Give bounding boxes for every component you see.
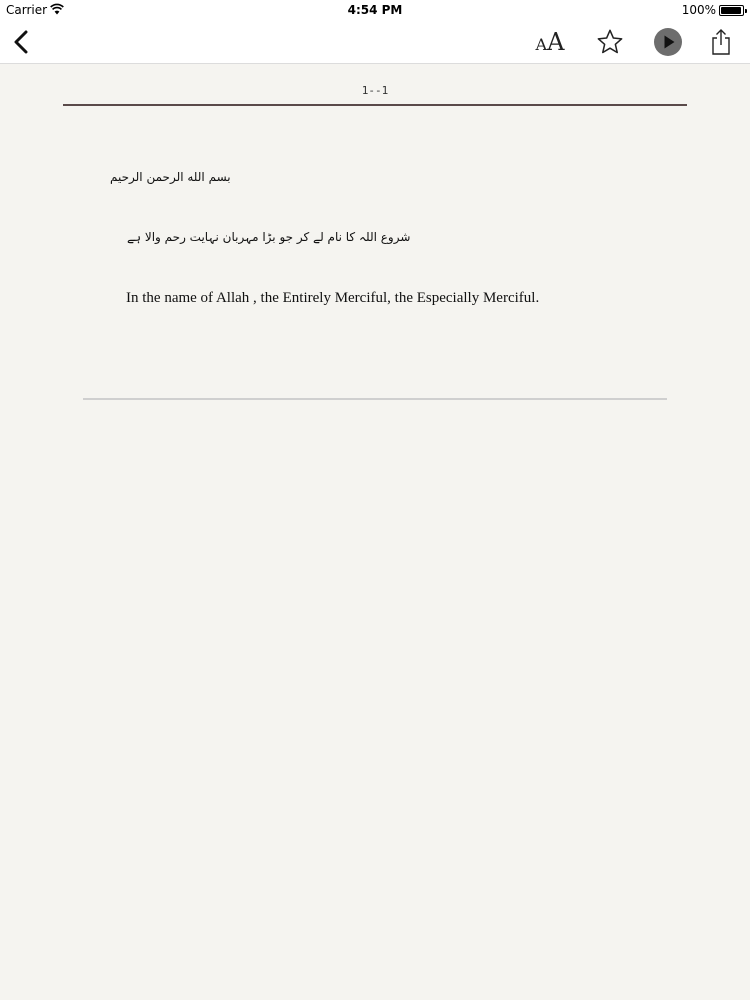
urdu-translation: شروع اللہ کا نام لے کر جو بڑا مہربان نہا… xyxy=(127,230,411,244)
share-button[interactable] xyxy=(704,24,738,60)
font-size-small-glyph: A xyxy=(535,35,548,54)
page-header: 1--1 xyxy=(0,64,750,108)
clock: 4:54 PM xyxy=(347,3,403,17)
battery-percent: 100% xyxy=(681,3,716,17)
back-chevron-icon xyxy=(14,30,28,54)
english-translation: In the name of Allah , the Entirely Merc… xyxy=(126,290,540,306)
back-button[interactable] xyxy=(4,24,38,60)
share-icon xyxy=(712,29,730,55)
verse-divider xyxy=(83,398,667,400)
play-button[interactable] xyxy=(650,24,686,60)
font-size-large-glyph: A xyxy=(547,28,565,56)
status-bar: Carrier 4:54 PM 100% xyxy=(0,0,750,20)
font-size-button[interactable]: A A xyxy=(530,24,570,60)
play-icon xyxy=(654,28,682,56)
battery-icon xyxy=(719,5,747,16)
star-icon xyxy=(597,29,623,54)
page-divider xyxy=(63,104,687,106)
bismillah-text: بسم الله الرحمن الرحيم xyxy=(110,170,231,184)
page-number: 1--1 xyxy=(361,84,389,97)
nav-bar: A A xyxy=(0,20,750,64)
bookmark-button[interactable] xyxy=(592,24,628,60)
